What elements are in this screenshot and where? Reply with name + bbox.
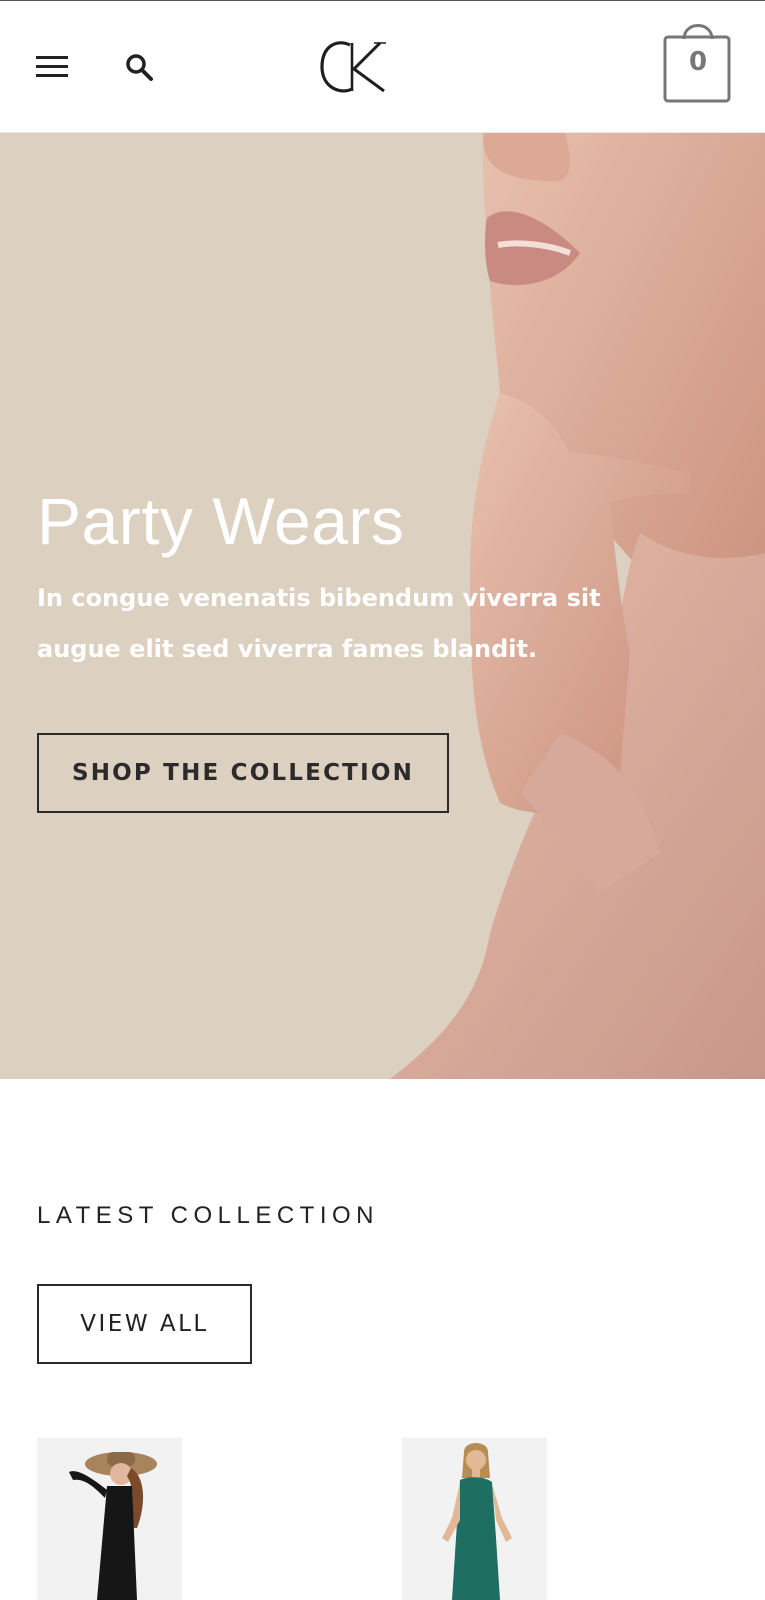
hamburger-menu-icon <box>36 56 68 77</box>
hero-banner: Party Wears In congue venenatis bibendum… <box>0 133 765 1079</box>
woman-teal-sequin-dress-photo <box>402 1438 547 1600</box>
hero-title: Party Wears <box>37 484 405 558</box>
latest-collection-heading: LATEST COLLECTION <box>37 1202 380 1229</box>
search-button[interactable] <box>116 45 164 89</box>
view-all-button[interactable]: VIEW ALL <box>37 1284 252 1364</box>
cart-button[interactable]: 0 <box>660 19 736 105</box>
brand-logo[interactable] <box>318 35 398 97</box>
product-card-1[interactable] <box>37 1438 182 1600</box>
hero-subtitle: In congue venenatis bibendum viverra sit… <box>37 584 601 663</box>
product-card-2[interactable] <box>402 1438 547 1600</box>
woman-black-outfit-hat-photo <box>37 1438 182 1600</box>
search-icon <box>126 54 153 81</box>
cart-count-badge: 0 <box>688 47 708 77</box>
site-header: 0 <box>0 0 765 133</box>
ck-logo-icon <box>320 41 386 93</box>
menu-button[interactable] <box>28 45 76 89</box>
home-page: 0 Party Wears In congue venenatis bibend… <box>0 0 765 1600</box>
shop-collection-button[interactable]: SHOP THE COLLECTION <box>37 733 449 813</box>
